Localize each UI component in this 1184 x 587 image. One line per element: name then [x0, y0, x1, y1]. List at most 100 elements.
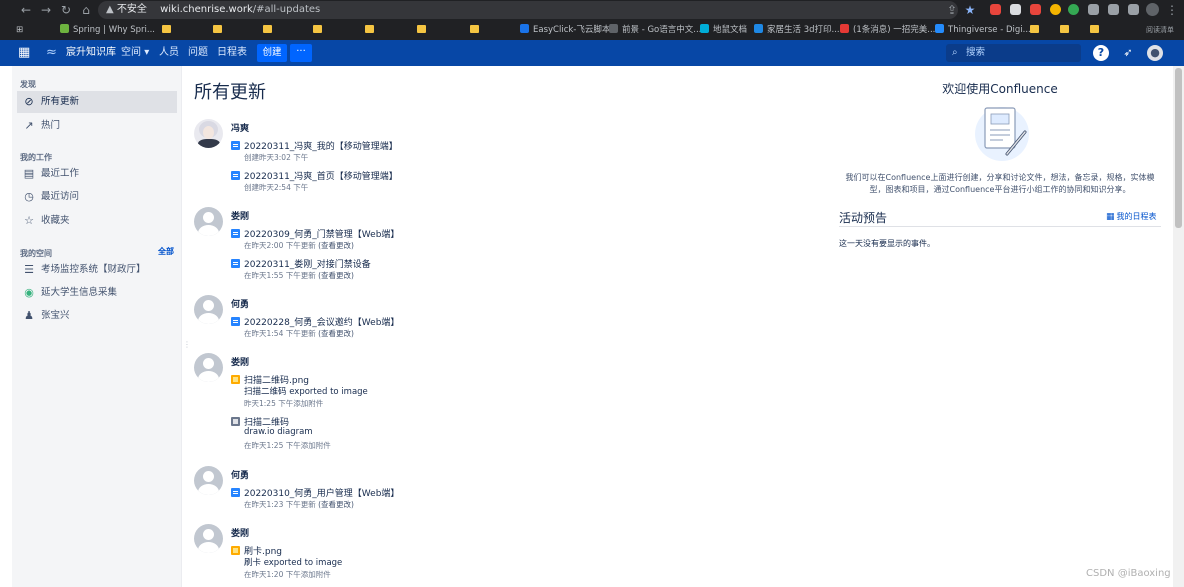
- puzzle-icon[interactable]: [1128, 4, 1139, 15]
- sidebar-item-recent-work[interactable]: ▤ 最近工作: [17, 163, 177, 185]
- profile-avatar[interactable]: [1146, 3, 1159, 16]
- update-user-name[interactable]: 娄刚: [231, 209, 249, 222]
- update-user-name[interactable]: 何勇: [231, 297, 249, 310]
- bookmark-item[interactable]: EasyClick-飞云脚本: [520, 23, 610, 37]
- user-avatar[interactable]: [194, 295, 223, 324]
- update-title-link[interactable]: 20220311_娄刚_对接门禁设备: [244, 257, 371, 270]
- reload-icon[interactable]: ↻: [58, 2, 74, 18]
- bookmark-item[interactable]: Thingiverse - Digi...: [935, 23, 1031, 37]
- extension-icon[interactable]: [1030, 4, 1041, 15]
- folder-icon[interactable]: [313, 23, 322, 37]
- page-scrollbar[interactable]: [1173, 66, 1184, 587]
- user-avatar[interactable]: ●: [1147, 45, 1163, 61]
- sidebar-item-recently-visited[interactable]: ◷ 最近访问: [17, 186, 177, 208]
- back-icon[interactable]: ←: [18, 2, 34, 18]
- brand-name[interactable]: 宸升知识库: [66, 40, 116, 66]
- divider: [839, 226, 1161, 227]
- trend-icon: ↗: [24, 119, 34, 132]
- home-icon[interactable]: ⌂: [78, 2, 94, 18]
- extension-icon[interactable]: [1088, 4, 1099, 15]
- sidebar-item-popular[interactable]: ↗ 热门: [17, 115, 177, 137]
- extension-icon[interactable]: [1108, 4, 1119, 15]
- folder-icon[interactable]: [470, 23, 479, 37]
- url-host: wiki.chenrise.work: [160, 4, 253, 15]
- bookmark-item[interactable]: 地鼠文档: [700, 23, 747, 37]
- space-icon: ◉: [24, 286, 34, 299]
- bookmark-item[interactable]: (1条消息) 一招完美...: [840, 23, 935, 37]
- update-user-name[interactable]: 冯爽: [231, 121, 249, 134]
- extension-icon[interactable]: [990, 4, 1001, 15]
- update-title-link[interactable]: 20220311_冯爽_我的【移动管理端】: [244, 139, 398, 152]
- url-bar[interactable]: ▲ 不安全 wiki.chenrise.work/#all-updates: [98, 1, 958, 19]
- doc-icon: ▤: [23, 167, 35, 180]
- extension-icon[interactable]: [1050, 4, 1061, 15]
- update-user-name[interactable]: 娄刚: [231, 526, 249, 539]
- bookmark-item[interactable]: Spring | Why Spri...: [60, 23, 155, 37]
- forward-icon[interactable]: →: [38, 2, 54, 18]
- notification-icon[interactable]: ➶: [1120, 45, 1136, 61]
- sidebar-item-all-updates[interactable]: ⊘ 所有更新: [17, 91, 177, 113]
- confluence-logo-icon[interactable]: ≈: [46, 46, 60, 60]
- update-title-link[interactable]: 20220309_何勇_门禁管理【Web端】: [244, 227, 399, 240]
- spaces-all-link[interactable]: 全部: [158, 246, 174, 257]
- help-icon[interactable]: ?: [1093, 45, 1109, 61]
- folder-icon[interactable]: [263, 23, 272, 37]
- update-title-link[interactable]: 20220228_何勇_会议邀约【Web端】: [244, 315, 399, 328]
- search-input[interactable]: ⌕ 搜索: [946, 44, 1081, 62]
- section-my-work: 我的工作: [20, 153, 52, 162]
- update-user-name[interactable]: 何勇: [231, 468, 249, 481]
- sidebar-space-item[interactable]: ♟ 张宝兴: [17, 305, 177, 327]
- create-button[interactable]: 创建: [257, 44, 287, 62]
- bookmarks-bar: ⊞ Spring | Why Spri... EasyClick-飞云脚本 前景…: [0, 20, 1184, 40]
- menu-icon[interactable]: ⋮: [1164, 2, 1180, 18]
- folder-icon[interactable]: [213, 23, 222, 37]
- folder-icon[interactable]: [162, 23, 171, 37]
- folder-icon[interactable]: [1090, 23, 1099, 37]
- user-avatar[interactable]: [194, 466, 223, 495]
- nav-issues[interactable]: 问题: [188, 40, 208, 66]
- user-avatar[interactable]: [194, 207, 223, 236]
- sidebar-space-item[interactable]: ☰ 考场监控系统【财政厅】: [17, 259, 177, 281]
- folder-icon[interactable]: [1030, 23, 1039, 37]
- view-changes-link[interactable]: (查看更改): [318, 271, 354, 280]
- bookmark-star-icon[interactable]: ★: [962, 2, 978, 18]
- apps-icon[interactable]: ⊞: [16, 23, 23, 37]
- folder-icon[interactable]: [1060, 23, 1069, 37]
- reading-list[interactable]: 阅读清单: [1146, 23, 1174, 37]
- user-avatar[interactable]: [194, 119, 223, 148]
- resize-handle[interactable]: ⋮: [183, 340, 191, 349]
- folder-icon[interactable]: [365, 23, 374, 37]
- address-bar-row: ← → ↻ ⌂ ▲ 不安全 wiki.chenrise.work/#all-up…: [0, 0, 1184, 20]
- folder-icon[interactable]: [417, 23, 426, 37]
- scrollbar-thumb[interactable]: [1175, 68, 1182, 228]
- space-icon: ☰: [24, 263, 34, 276]
- extension-icon[interactable]: [1068, 4, 1079, 15]
- view-changes-link[interactable]: (查看更改): [318, 241, 354, 250]
- compass-icon: ⊘: [24, 95, 34, 108]
- update-title-link[interactable]: 20220310_何勇_用户管理【Web端】: [244, 486, 399, 499]
- sidebar-item-favorites[interactable]: ☆ 收藏夹: [17, 210, 177, 232]
- view-changes-link[interactable]: (查看更改): [318, 329, 354, 338]
- view-changes-link[interactable]: (查看更改): [318, 500, 354, 509]
- welcome-description: 我们可以在Confluence上面进行创建，分享和讨论文件，想法，备忘录，规格，…: [845, 173, 1155, 194]
- app-switcher-icon[interactable]: ▦: [18, 46, 32, 60]
- user-avatar[interactable]: [194, 524, 223, 553]
- user-avatar[interactable]: [194, 353, 223, 382]
- bookmark-item[interactable]: 前景 - Go语言中文...: [609, 23, 701, 37]
- nav-people[interactable]: 人员: [159, 40, 179, 66]
- extension-icon[interactable]: [1010, 4, 1021, 15]
- diagram-file-icon: [231, 417, 240, 426]
- section-discover: 发现: [20, 80, 36, 89]
- more-button[interactable]: ···: [290, 44, 312, 62]
- my-calendar-link[interactable]: ▦ 我的日程表: [1106, 211, 1157, 222]
- nav-spaces[interactable]: 空间 ▾: [121, 40, 149, 66]
- page-icon: [231, 171, 240, 180]
- share-icon[interactable]: ⇪: [944, 2, 960, 18]
- update-title-link[interactable]: 20220311_冯爽_首页【移动管理端】: [244, 169, 398, 182]
- nav-calendars[interactable]: 日程表: [217, 40, 247, 66]
- bookmark-item[interactable]: 家居生活 3d打印...: [754, 23, 840, 37]
- update-user-name[interactable]: 娄刚: [231, 355, 249, 368]
- page-icon: [231, 229, 240, 238]
- sidebar-space-item[interactable]: ◉ 延大学生信息采集: [17, 282, 177, 304]
- update-meta: 在昨天1:25 下午添加附件: [244, 441, 331, 450]
